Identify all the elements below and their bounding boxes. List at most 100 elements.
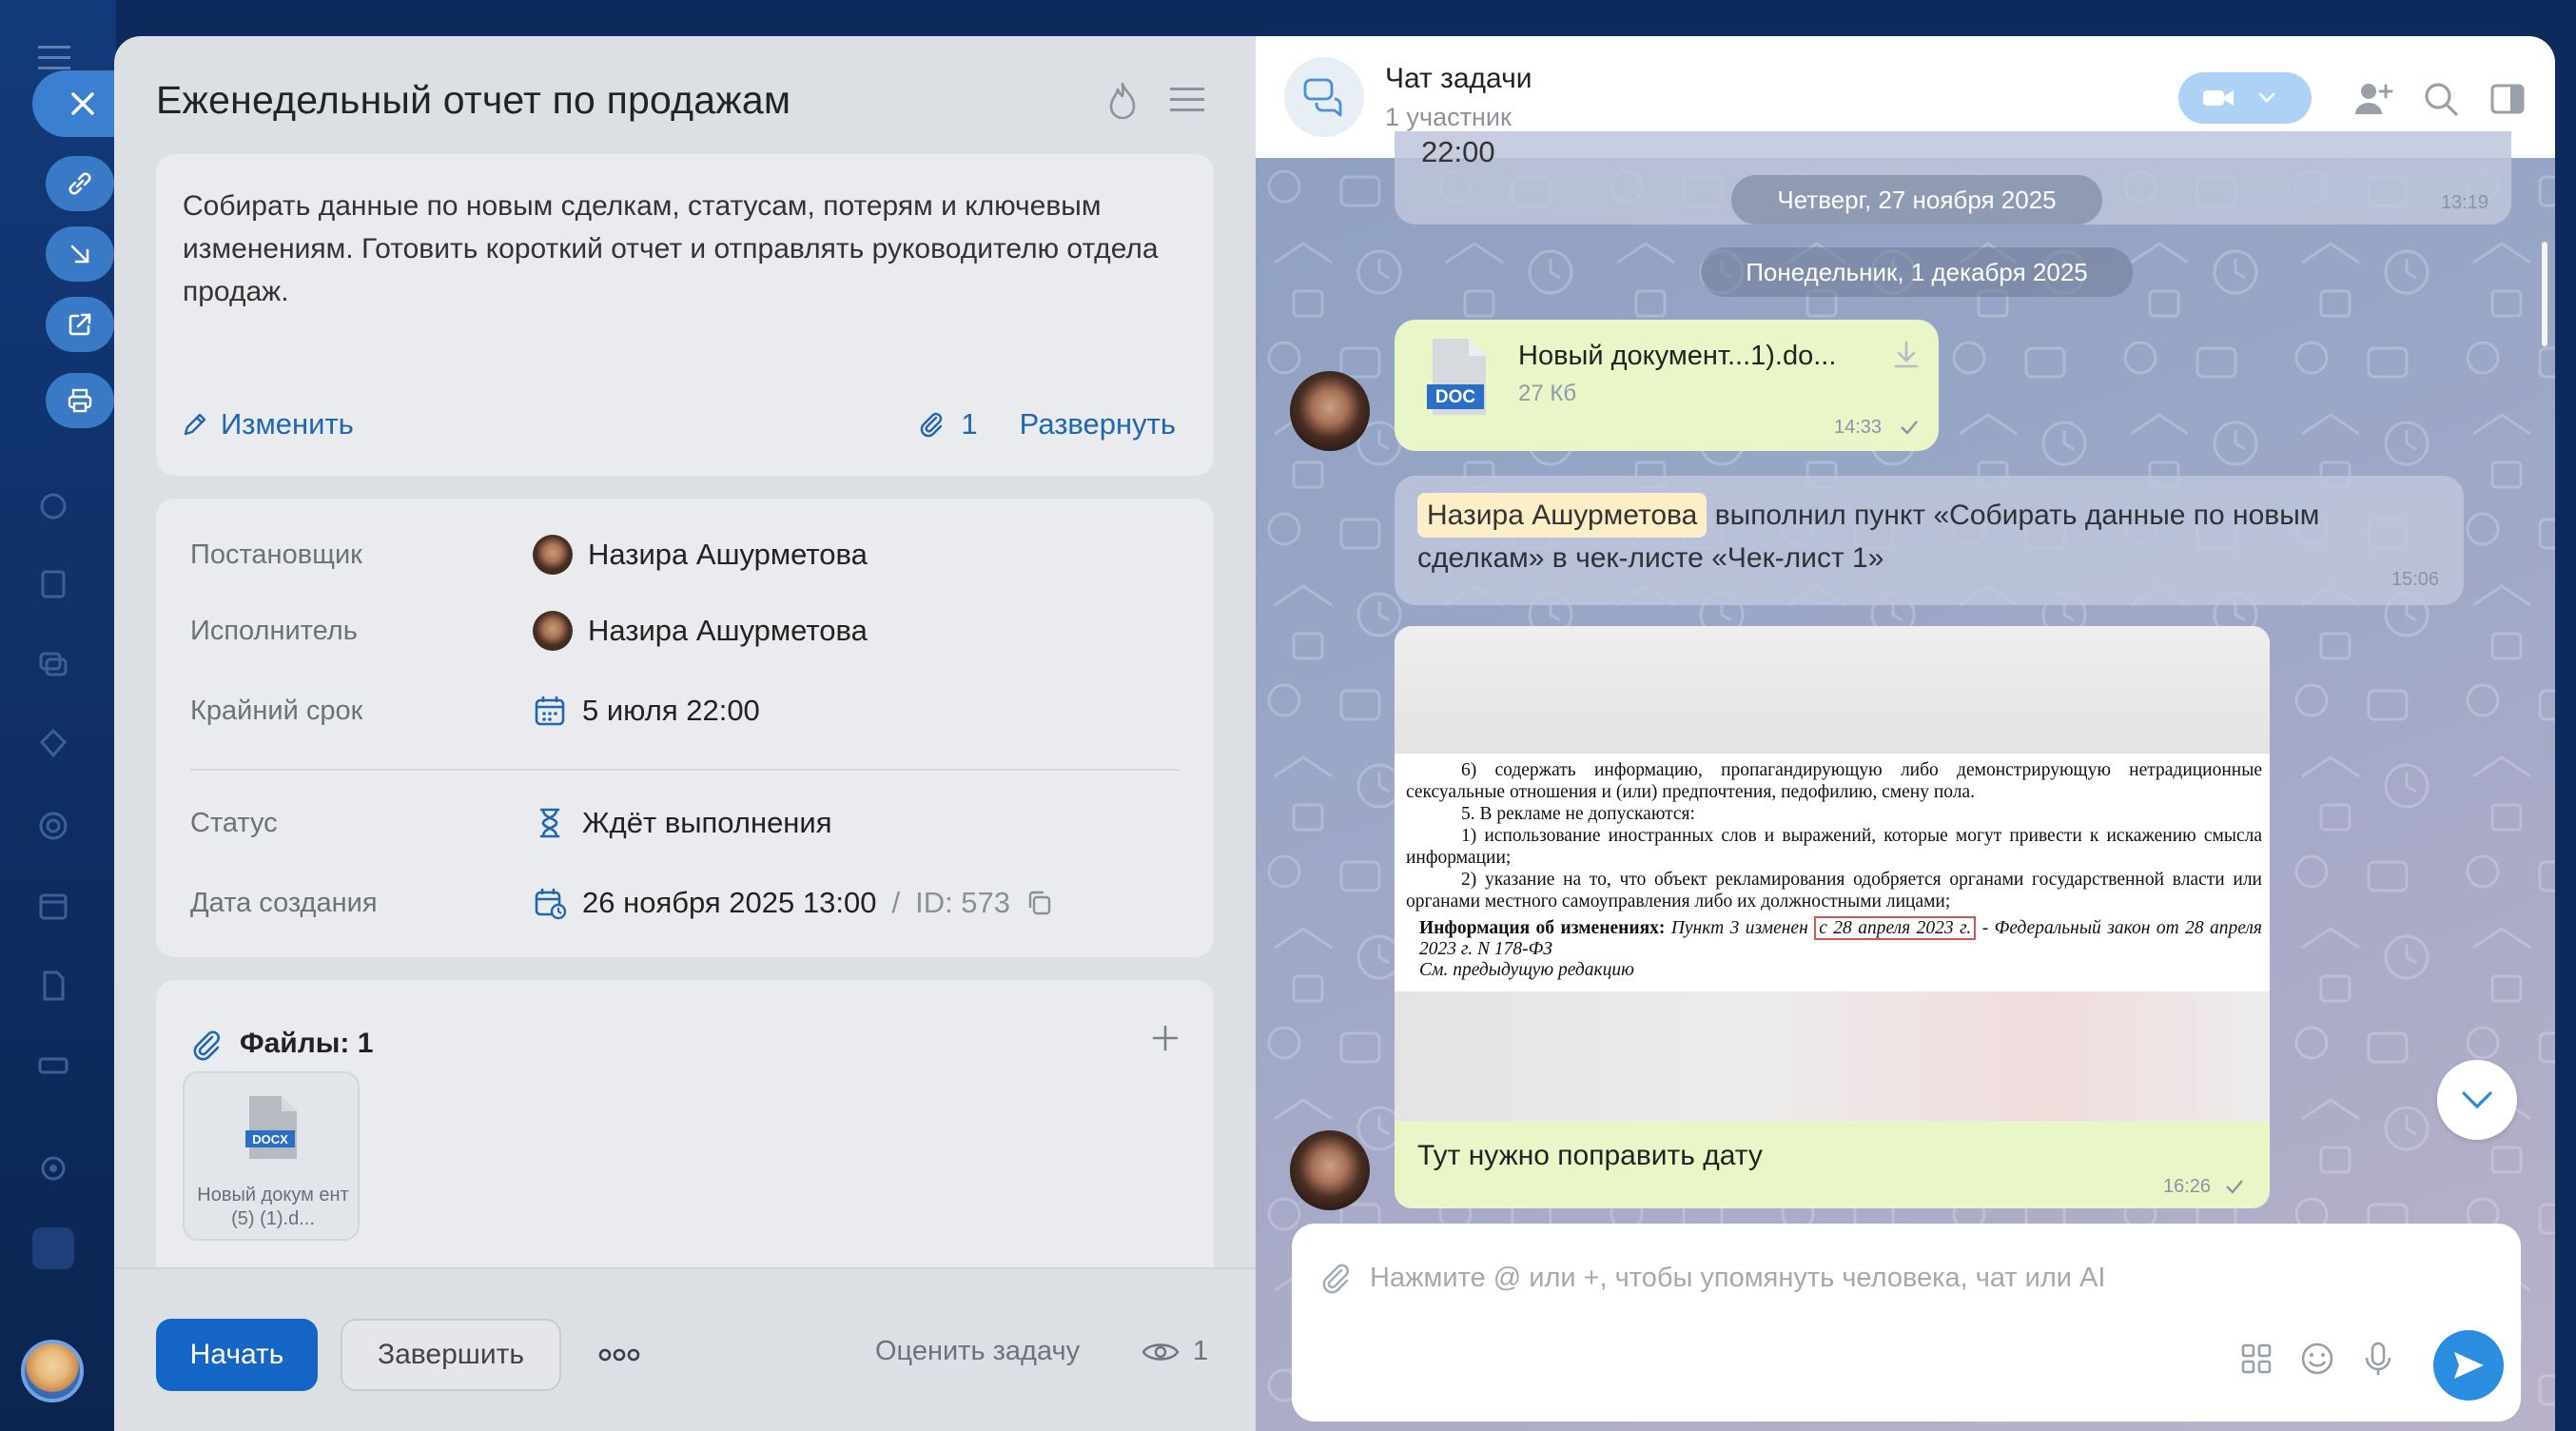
add-user-icon[interactable] [2352, 78, 2393, 120]
task-menu-icon[interactable] [1168, 86, 1206, 114]
task-id: ID: 573 [915, 886, 1011, 919]
chat-avatar[interactable] [1284, 57, 1364, 137]
doc-info-prev: См. предыдущую редакцию [1419, 960, 1634, 980]
open-in-new-button[interactable] [46, 297, 114, 352]
file-badge: DOCX [252, 1132, 288, 1147]
image-caption: Тут нужно поправить дату [1417, 1140, 1763, 1171]
add-file-icon[interactable] [1149, 1022, 1181, 1054]
chat-participants[interactable]: 1 участник [1385, 103, 1512, 132]
copy-icon[interactable] [1025, 889, 1054, 917]
files-card: Файлы: 1 DOCX Новый докум ент (5) (1).d.… [156, 980, 1214, 1284]
close-icon [71, 92, 94, 115]
download-icon[interactable] [1891, 339, 1922, 371]
rate-task-link[interactable]: Оценить задачу [875, 1336, 1080, 1367]
blurred-region [1395, 991, 2270, 1121]
emoji-icon[interactable] [2298, 1340, 2336, 1378]
check-icon [2226, 1180, 2243, 1194]
print-button[interactable] [46, 373, 114, 428]
document-screenshot-text: 6) содержать информацию, пропагандирующу… [1406, 759, 2262, 981]
start-button[interactable]: Начать [156, 1319, 318, 1391]
rail-file-icon[interactable] [32, 965, 74, 1007]
creator-name[interactable]: Назира Ашурметова [588, 538, 868, 572]
apps-grid-icon[interactable] [2237, 1340, 2275, 1378]
rail-feed-icon[interactable] [32, 485, 74, 527]
file-message[interactable]: DOC Новый документ...1).do... 27 Кб 14:3… [1395, 320, 1939, 451]
rail-extra-icon[interactable] [32, 1227, 74, 1269]
flame-icon[interactable] [1103, 80, 1142, 122]
doc-paragraph: 5. В рекламе не допускаются: [1461, 804, 1695, 824]
rail-target-icon[interactable] [32, 805, 74, 847]
created-row: Дата создания 26 ноября 2025 13:00 / ID:… [190, 879, 1180, 927]
deadline-text: 5 июля 22:00 [582, 694, 760, 727]
edit-label: Изменить [221, 407, 354, 441]
task-title: Еженедельный отчет по продажам [156, 78, 791, 122]
doc-paragraph: 1) использование иностранных слов и выра… [1406, 826, 2262, 868]
avatar[interactable] [1290, 1130, 1370, 1210]
chevron-down-icon [2462, 1091, 2492, 1109]
deadline-row: Крайний срок 5 июля 22:00 [190, 687, 1180, 735]
send-button[interactable] [2433, 1330, 2504, 1401]
doc-paragraph: 6) содержать информацию, пропагандирующу… [1406, 760, 2262, 802]
scroll-to-bottom-button[interactable] [2437, 1060, 2517, 1140]
avatar [533, 611, 573, 651]
video-call-button[interactable] [2178, 72, 2312, 124]
user-avatar[interactable] [21, 1340, 84, 1402]
doc-paragraph: 2) указание на то, что объект рекламиров… [1406, 870, 2262, 912]
message-time: 14:33 [1834, 417, 1883, 438]
creator-label: Постановщик [190, 539, 362, 570]
blurred-region [1395, 626, 2270, 754]
download-button[interactable] [46, 226, 114, 282]
rail-settings-icon[interactable] [32, 1147, 74, 1189]
file-tile[interactable]: DOCX Новый докум ент (5) (1).d... [183, 1071, 360, 1241]
rail-docs-icon[interactable] [32, 563, 74, 605]
calendar-icon [535, 696, 565, 726]
search-icon[interactable] [2420, 78, 2462, 120]
chat-scrollbar[interactable] [2542, 242, 2547, 346]
assignee-value[interactable]: Назира Ашурметова [533, 611, 868, 651]
check-icon [1901, 421, 1918, 435]
date-separator: Понедельник, 1 декабря 2025 [1701, 247, 2133, 297]
finish-button[interactable]: Завершить [341, 1319, 561, 1391]
more-options-icon[interactable] [597, 1343, 641, 1366]
user-mention[interactable]: Назира Ашурметова [1417, 493, 1708, 538]
views-count: 1 [1193, 1336, 1209, 1366]
chevron-down-icon[interactable] [2256, 91, 2277, 105]
rail-storage-icon[interactable] [32, 1045, 74, 1087]
message-time: 13:19 [2440, 192, 2488, 213]
files-title: Файлы: 1 [240, 1028, 374, 1059]
assignee-label: Исполнитель [190, 615, 358, 646]
external-link-icon [68, 313, 91, 336]
arrow-down-right-icon [70, 245, 89, 264]
rail-chat-icon[interactable] [32, 643, 74, 685]
copy-link-button[interactable] [46, 156, 114, 211]
menu-icon[interactable] [38, 46, 70, 70]
doc-badge: DOC [1435, 387, 1476, 407]
attach-icon[interactable] [1318, 1260, 1353, 1298]
task-footer: Начать Завершить Оценить задачу 1 [114, 1267, 1256, 1431]
avatar[interactable] [1290, 371, 1370, 451]
expand-description[interactable]: 1 Развернуть [917, 407, 1176, 441]
rail-apps-icon[interactable] [32, 723, 74, 765]
date-separator: Четверг, 27 ноября 2025 [1731, 175, 2102, 225]
rail-calendar-icon[interactable] [32, 885, 74, 927]
sidebar-toggle-icon[interactable] [2487, 78, 2528, 120]
chat-panel: Чат задачи 1 участник 22:00 13:19 Четвер… [1256, 36, 2555, 1431]
creator-value[interactable]: Назира Ашурметова [533, 535, 868, 575]
created-value: 26 ноября 2025 13:00 / ID: 573 [533, 886, 1054, 920]
status-value: Ждёт выполнения [533, 806, 832, 840]
system-message-body: Назира Ашурметова выполнил пункт «Собира… [1417, 493, 2407, 578]
message-composer [1292, 1224, 2521, 1421]
edit-description-link[interactable]: Изменить [181, 407, 354, 441]
doc-change-info: Информация об изменениях: Пункт 3 измене… [1406, 916, 2262, 981]
image-attachment[interactable]: 6) содержать информацию, пропагандирующу… [1395, 626, 2270, 1121]
eye-icon [1142, 1343, 1180, 1361]
status-row: Статус Ждёт выполнения [190, 799, 1180, 847]
assignee-name[interactable]: Назира Ашурметова [588, 614, 868, 648]
message-input[interactable] [1368, 1245, 2490, 1311]
deadline-value[interactable]: 5 июля 22:00 [533, 694, 760, 728]
assignee-row: Исполнитель Назира Ашурметова [190, 607, 1180, 655]
doc-info-label: Информация об изменениях: [1419, 918, 1666, 938]
microphone-icon[interactable] [2359, 1340, 2397, 1378]
file-name: Новый докум ент (5) (1).d... [197, 1185, 349, 1229]
task-description: Собирать данные по новым сделкам, статус… [183, 190, 1159, 307]
